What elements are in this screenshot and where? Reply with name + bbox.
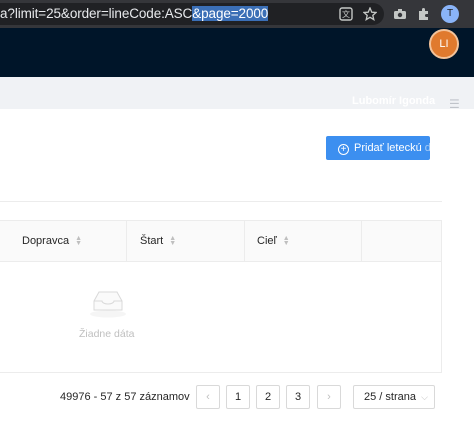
chevron-right-icon: ›: [327, 391, 331, 403]
column-header-label: Cieľ: [257, 235, 277, 247]
sub-header: Lubomír Igonda ☰: [0, 77, 474, 111]
previous-page-button[interactable]: ‹: [196, 385, 220, 409]
page-button-2[interactable]: 2: [256, 385, 280, 409]
add-button-label: Pridať leteckú: [354, 142, 425, 154]
page-button-1[interactable]: 1: [226, 385, 250, 409]
column-header-label: Štart: [140, 235, 164, 247]
table-header: Dopravca ▲ ▼ Štart ▲ ▼ Cieľ ▲ ▼: [0, 221, 441, 262]
column-divider: [126, 221, 127, 262]
url-text[interactable]: a?limit=25&order=lineCode:ASC&page=2000: [0, 6, 268, 21]
extensions-puzzle-icon[interactable]: [416, 6, 432, 22]
page-button-3[interactable]: 3: [286, 385, 310, 409]
sort-caret-icon[interactable]: ▲ ▼: [169, 235, 176, 247]
column-header-label: Dopravca: [22, 235, 70, 247]
browser-toolbar: a?limit=25&order=lineCode:ASC&page=2000 …: [0, 0, 474, 28]
empty-inbox-icon: [88, 288, 128, 318]
pagination-total: 49976 - 57 z 57 záznamov: [60, 391, 190, 403]
content-card: + Pridať leteckú dopravu Dopravca ▲▼ Štart…: [0, 109, 474, 439]
column-divider: [244, 221, 245, 262]
plus-circle-icon: +: [338, 144, 349, 155]
sort-caret-icon[interactable]: ▲ ▼: [283, 235, 290, 247]
user-avatar[interactable]: LI: [429, 29, 459, 59]
url-prefix: a?limit=25&order=lineCode:ASC: [0, 6, 193, 21]
bookmark-star-icon[interactable]: [362, 6, 378, 21]
next-page-button[interactable]: ›: [317, 385, 341, 409]
svg-text:文: 文: [342, 9, 350, 19]
add-air-transport-button[interactable]: + Pridať leteckú dopravu: [326, 136, 430, 160]
column-header-carrier[interactable]: Dopravca ▲ ▼: [22, 221, 82, 262]
address-bar[interactable]: a?limit=25&order=lineCode:ASC&page=2000 …: [0, 3, 384, 25]
add-button-label-faded: dopravu: [424, 142, 430, 154]
divider: [0, 201, 442, 202]
translate-icon[interactable]: 文: [339, 7, 353, 21]
chevron-down-icon: ⌵: [421, 392, 428, 402]
page-size-label: 25 / strana: [364, 391, 416, 403]
column-header-start[interactable]: Štart ▲ ▼: [140, 221, 176, 262]
camera-icon[interactable]: [392, 6, 408, 22]
page-size-select[interactable]: 25 / strana ⌵: [353, 385, 435, 409]
data-table: Dopravca ▲ ▼ Štart ▲ ▼ Cieľ ▲ ▼ Žiadne dáta: [0, 220, 442, 373]
url-selected: &page=2000: [192, 6, 269, 21]
app-header: LI: [0, 28, 474, 77]
column-header-destination[interactable]: Cieľ ▲ ▼: [257, 221, 290, 262]
column-divider: [361, 221, 362, 262]
user-name[interactable]: Lubomír Igonda: [352, 95, 435, 107]
browser-profile-avatar[interactable]: T: [441, 5, 459, 23]
sort-caret-icon[interactable]: ▲ ▼: [75, 235, 82, 247]
chevron-left-icon: ‹: [206, 391, 210, 403]
empty-state-text: Žiadne dáta: [79, 328, 135, 340]
